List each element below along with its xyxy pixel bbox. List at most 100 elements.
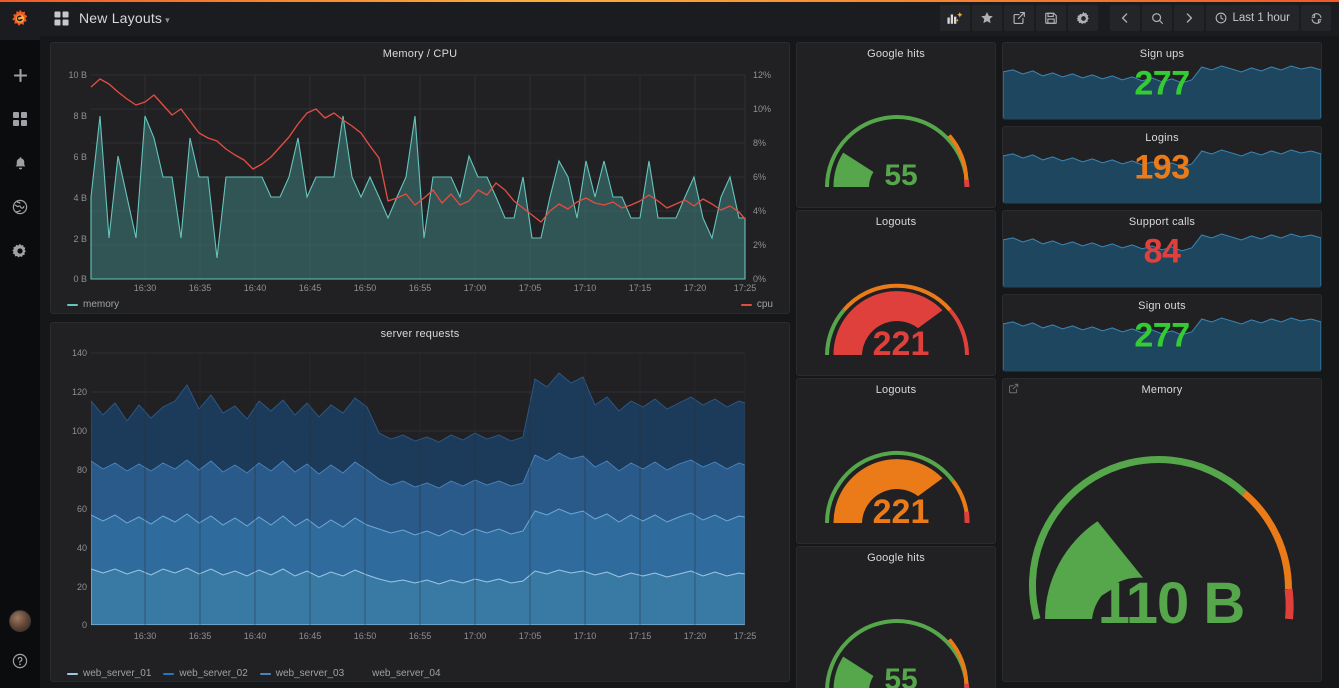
legend-label-memory: memory [83, 299, 120, 310]
gauge-value-logouts-2: 221 [873, 493, 930, 531]
sidebar-item-create[interactable] [0, 62, 40, 88]
dashboard-settings-gear-icon[interactable] [1068, 5, 1099, 31]
sidebar-item-dashboards[interactable] [0, 106, 40, 132]
legend-item-web-server-01[interactable]: web_server_01 [67, 668, 151, 679]
legend-memory-cpu: memory cpu [67, 299, 773, 310]
stat-value-sign-ups: 277 [1134, 64, 1190, 103]
panel-stat-support-calls[interactable]: Support calls 84 [1002, 210, 1322, 288]
panel-gauge-logouts-2[interactable]: Logouts 221 [796, 378, 996, 544]
chevron-left-icon[interactable] [1110, 5, 1141, 31]
legend-item-web-server-02[interactable]: web_server_02 [163, 668, 248, 679]
legend-label-web-server-02: web_server_02 [179, 668, 248, 679]
legend-label-web-server-04: web_server_04 [372, 668, 441, 679]
gauge-google-hits-1: 55 [797, 61, 995, 207]
time-range-label: Last 1 hour [1232, 12, 1290, 24]
gauge-value-logouts-1: 221 [873, 325, 930, 363]
y-axis-labels: 140 120 100 80 60 40 20 0 [72, 348, 87, 630]
server-requests-plot-area: 140 120 100 80 60 40 20 0 16:30 16:35 16… [55, 343, 785, 681]
refresh-icon[interactable] [1301, 5, 1331, 31]
svg-text:6%: 6% [753, 172, 766, 182]
svg-text:16:55: 16:55 [409, 631, 432, 641]
legend-swatch-memory [67, 303, 78, 306]
top-accent-bar [0, 0, 1339, 2]
svg-text:100: 100 [72, 426, 87, 436]
add-panel-icon[interactable] [940, 5, 971, 31]
stat-value-logins: 193 [1134, 148, 1190, 187]
zoom-out-magnifier-icon[interactable] [1142, 5, 1173, 31]
external-link-icon[interactable] [1008, 383, 1019, 394]
legend-item-memory[interactable]: memory [67, 299, 119, 310]
server-requests-svg: 140 120 100 80 60 40 20 0 16:30 16:35 16… [72, 348, 757, 641]
x-axis-labels: 16:30 16:35 16:40 16:45 16:50 16:55 17:0… [134, 631, 757, 641]
svg-text:16:35: 16:35 [189, 283, 212, 293]
svg-text:16:50: 16:50 [354, 631, 377, 641]
svg-text:2 B: 2 B [73, 234, 87, 244]
panel-stat-logins[interactable]: Logins 193 [1002, 126, 1322, 204]
legend-label-web-server-01: web_server_01 [83, 668, 152, 679]
stacked-areas [91, 372, 745, 625]
legend-swatch-web-server-01 [67, 672, 78, 675]
panel-title-logins: Logins [1145, 132, 1179, 144]
svg-text:120: 120 [72, 387, 87, 397]
dashboard-grid-icon [54, 10, 69, 26]
gauge-value-google-hits-1: 55 [884, 159, 917, 192]
panel-gauge-logouts-1[interactable]: Logouts 221 [796, 210, 996, 376]
grafana-logo-icon[interactable] [0, 0, 40, 40]
legend-swatch-web-server-02 [163, 672, 175, 675]
panel-title-google-hits-2: Google hits [867, 552, 925, 564]
share-icon[interactable] [1004, 5, 1035, 31]
page-title[interactable]: New Layouts ▾ [79, 10, 170, 26]
right-axis-labels: 12% 10% 8% 6% 4% 2% 0% [753, 70, 771, 284]
svg-text:17:10: 17:10 [574, 631, 597, 641]
sidebar-item-alerting[interactable] [0, 150, 40, 176]
panel-title-support-calls: Support calls [1128, 216, 1196, 228]
svg-text:4%: 4% [753, 206, 766, 216]
panel-gauge-google-hits-1[interactable]: Google hits 55 [796, 42, 996, 208]
avatar[interactable] [9, 610, 31, 632]
chevron-right-icon[interactable] [1174, 5, 1205, 31]
star-icon[interactable] [972, 5, 1003, 31]
panel-memory-gauge[interactable]: Memory 110 B [1002, 378, 1322, 682]
svg-text:16:35: 16:35 [189, 631, 212, 641]
svg-text:16:30: 16:30 [134, 631, 157, 641]
svg-text:0 B: 0 B [73, 274, 87, 284]
svg-text:60: 60 [77, 504, 87, 514]
svg-text:0: 0 [82, 620, 87, 630]
svg-text:17:00: 17:00 [464, 631, 487, 641]
time-range-picker[interactable]: Last 1 hour [1206, 5, 1299, 31]
help-icon[interactable] [0, 648, 40, 674]
svg-text:17:10: 17:10 [574, 283, 597, 293]
panel-stat-sign-ups[interactable]: Sign ups 277 [1002, 42, 1322, 120]
gauge-google-hits-2: 55 [797, 565, 995, 688]
svg-text:16:40: 16:40 [244, 283, 267, 293]
legend-item-web-server-04[interactable]: web_server_04 [356, 668, 440, 679]
legend-label-cpu: cpu [756, 299, 773, 310]
gauge-svg-google-hits-1: 55 [825, 115, 970, 192]
svg-text:20: 20 [77, 582, 87, 592]
dashboard-grid: Memory / CPU 10 B 8 B 6 B 4 B 2 B 0 B 12… [40, 36, 1339, 688]
gauge-value-memory: 110 B [1098, 571, 1245, 636]
legend-swatch-web-server-03 [259, 672, 271, 675]
legend-item-cpu[interactable]: cpu [740, 299, 773, 310]
panel-server-requests[interactable]: server requests 140 120 100 80 60 40 20 … [50, 322, 790, 682]
sidebar-item-configuration[interactable] [0, 238, 40, 264]
svg-text:17:20: 17:20 [684, 283, 707, 293]
svg-text:10 B: 10 B [68, 70, 87, 80]
gauge-svg-logouts-1: 221 [825, 283, 969, 363]
legend-swatch-cpu [740, 303, 752, 306]
panel-title-logouts-2: Logouts [875, 384, 917, 396]
legend-server-requests: web_server_01 web_server_02 web_server_0… [67, 668, 779, 679]
svg-text:16:40: 16:40 [244, 631, 267, 641]
sidebar-item-explore[interactable] [0, 194, 40, 220]
panel-stat-sign-outs[interactable]: Sign outs 277 [1002, 294, 1322, 372]
svg-text:16:45: 16:45 [299, 283, 322, 293]
svg-text:2%: 2% [753, 240, 766, 250]
left-axis-labels: 10 B 8 B 6 B 4 B 2 B 0 B [68, 70, 87, 284]
save-floppy-icon[interactable] [1036, 5, 1067, 31]
sidebar [0, 0, 40, 688]
x-axis-labels: 16:30 16:35 16:40 16:45 16:50 16:55 17:0… [134, 283, 757, 293]
panel-memory-cpu[interactable]: Memory / CPU 10 B 8 B 6 B 4 B 2 B 0 B 12… [50, 42, 790, 314]
panel-gauge-google-hits-2[interactable]: Google hits 55 [796, 546, 996, 688]
svg-text:8%: 8% [753, 138, 766, 148]
legend-item-web-server-03[interactable]: web_server_03 [259, 668, 344, 679]
